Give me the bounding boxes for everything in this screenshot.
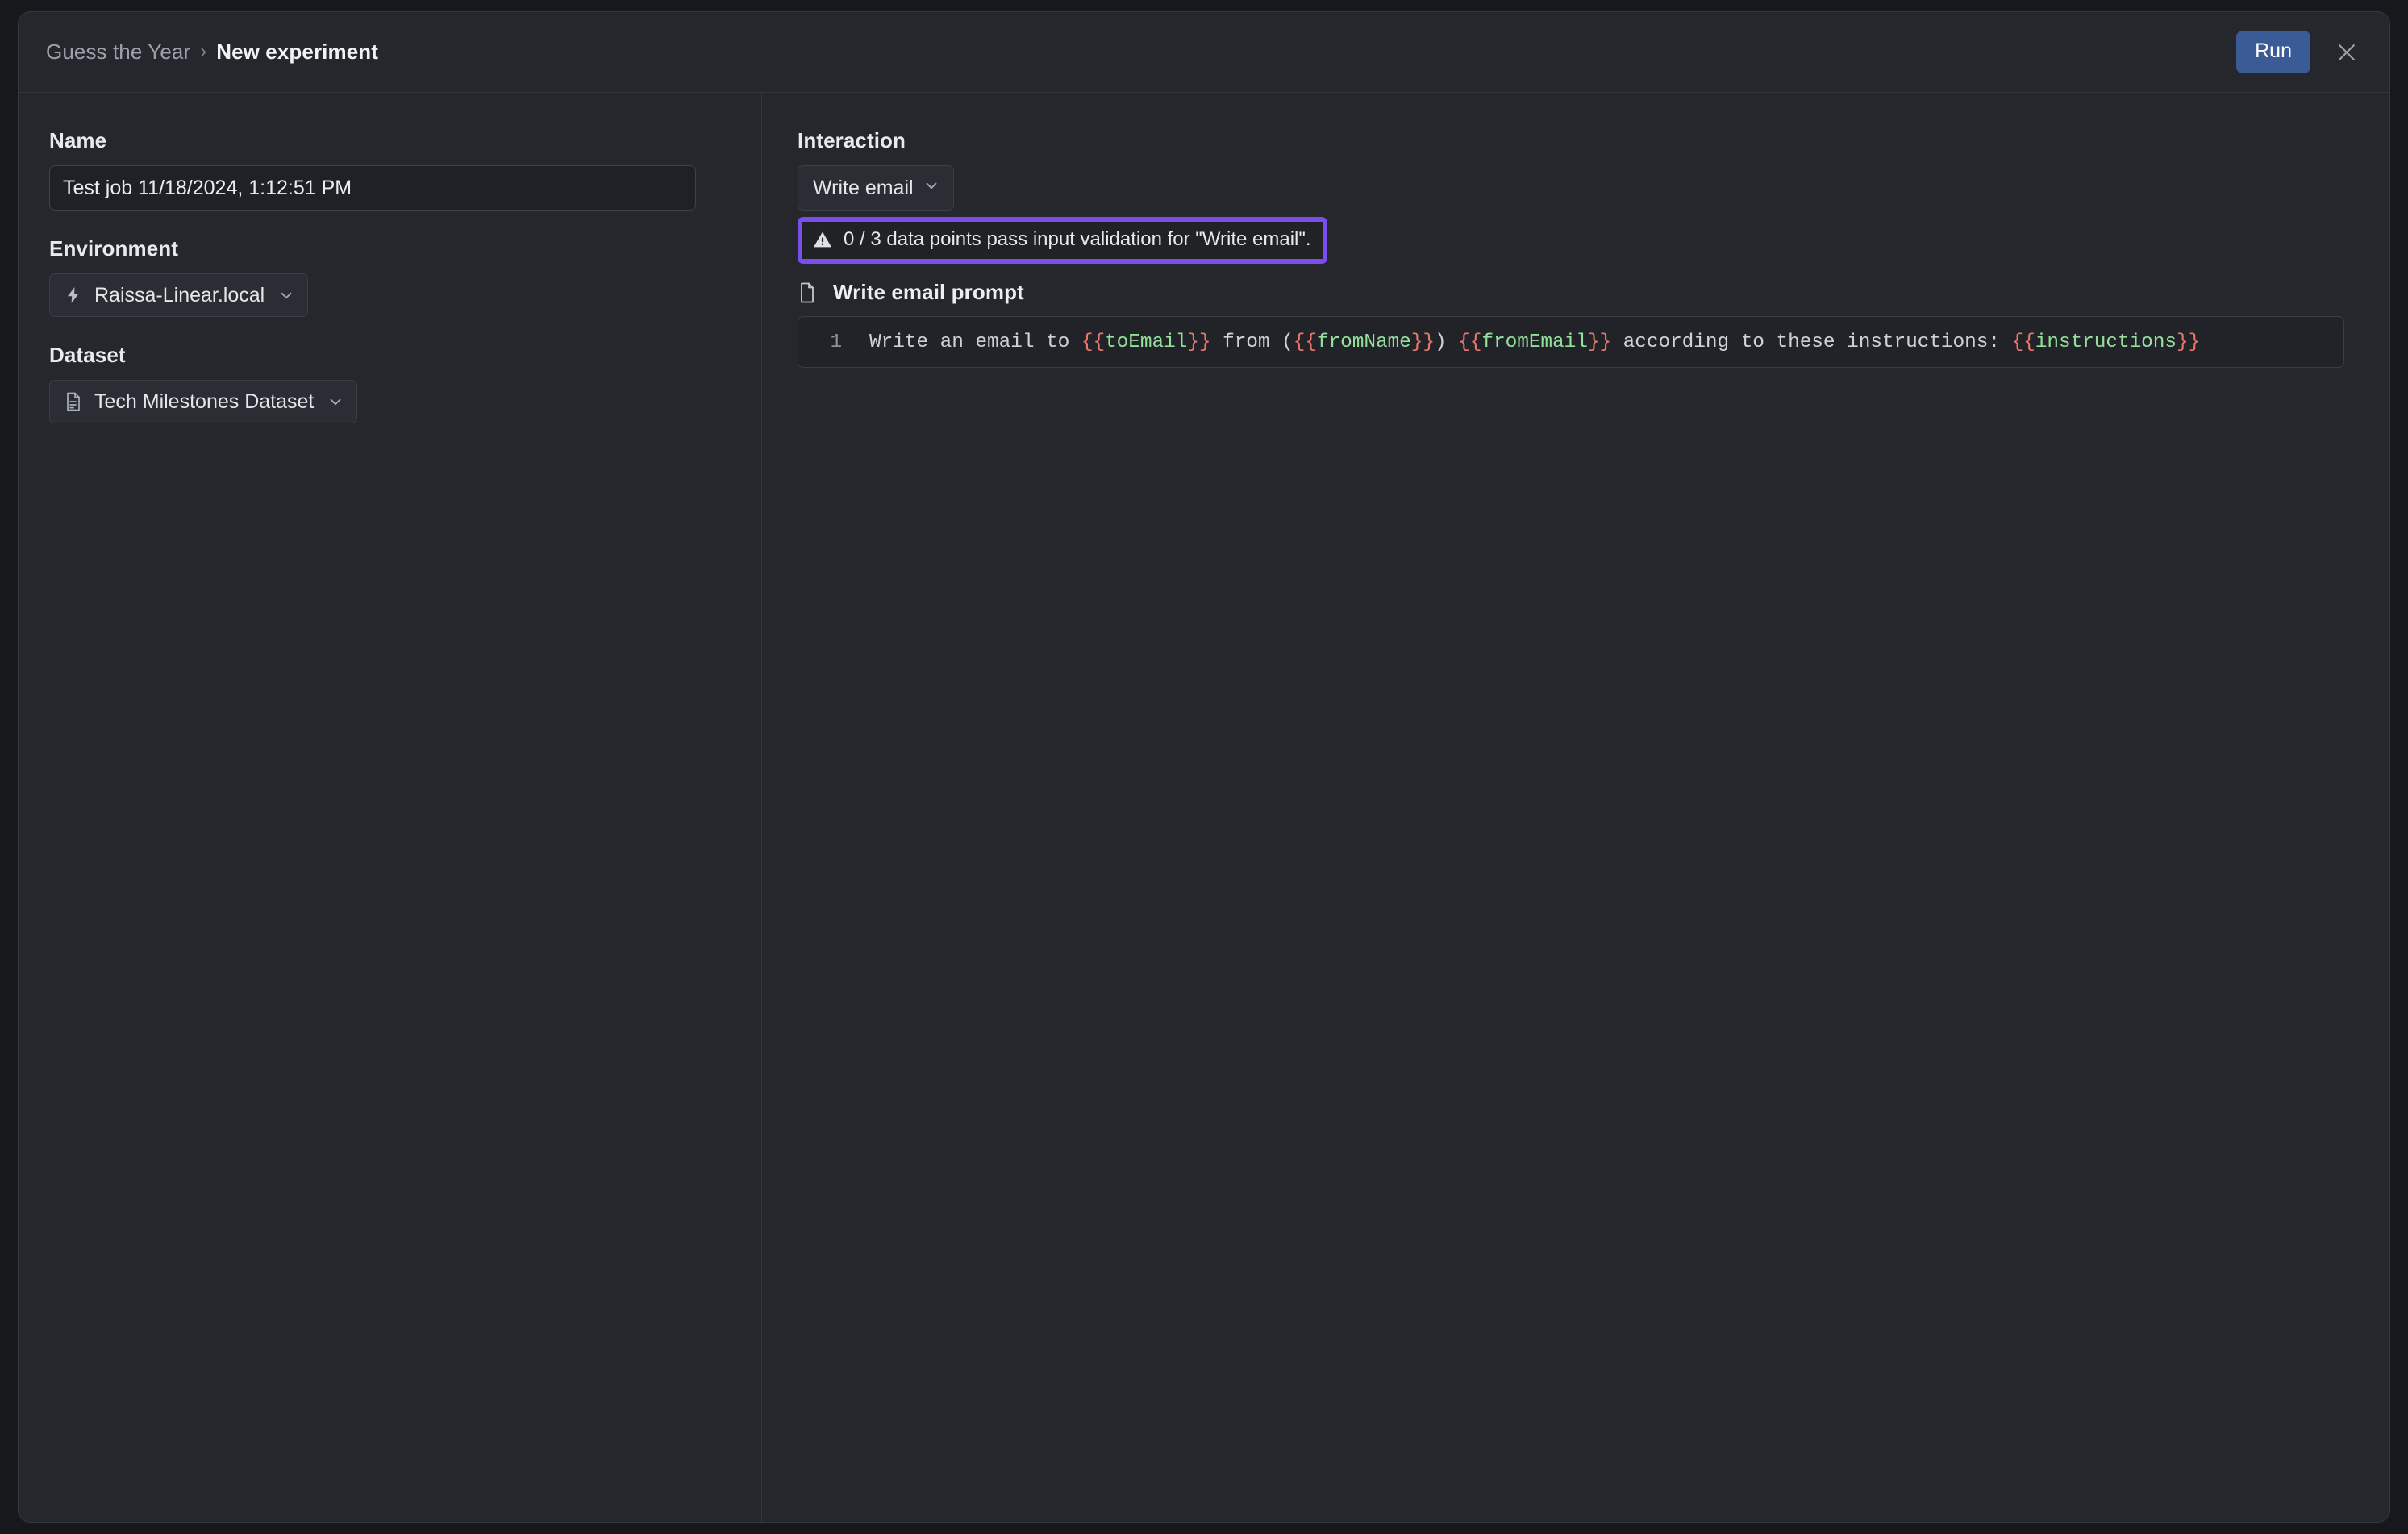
document-lines-icon (63, 391, 84, 412)
code-token-var: toEmail (1105, 331, 1188, 353)
dialog-titlebar: Guess the Year › New experiment Run (19, 12, 2389, 93)
chevron-down-icon (277, 286, 295, 304)
code-token-plain: from ( (1210, 331, 1294, 353)
code-token-var: fromName (1316, 331, 1411, 353)
interaction-pane: Interaction Write email 0 / 3 data point… (762, 93, 2389, 1522)
prompt-code-block[interactable]: 1 Write an email to {{toEmail}} from ({{… (798, 316, 2344, 368)
interaction-label: Interaction (798, 128, 906, 152)
name-field-group: Name (49, 128, 731, 211)
titlebar-actions: Run (2236, 31, 2365, 73)
warning-triangle-icon (812, 229, 833, 250)
chevron-down-icon (327, 393, 344, 411)
code-token-brace: }} (1410, 331, 1435, 353)
close-button[interactable] (2328, 34, 2365, 71)
breadcrumb-parent[interactable]: Guess the Year (46, 40, 190, 65)
name-label: Name (49, 128, 107, 152)
code-token-brace: }} (1587, 331, 1612, 353)
prompt-header: Write email prompt (798, 280, 2344, 305)
breadcrumb-separator-icon: › (200, 40, 207, 62)
interaction-picker[interactable]: Write email (798, 165, 954, 211)
dialog-body: Name Environment Raissa-Linear.local (19, 93, 2389, 1522)
dataset-field-group: Dataset Tech Milestones Dataset (49, 343, 731, 423)
environment-field-group: Environment Raissa-Linear.local (49, 236, 731, 317)
validation-warning-highlight: 0 / 3 data points pass input validation … (798, 217, 1327, 264)
code-token-brace: {{ (1293, 331, 1317, 353)
experiment-dialog: Guess the Year › New experiment Run Name (18, 11, 2390, 1523)
validation-warning-text: 0 / 3 data points pass input validation … (844, 228, 1311, 250)
code-token-var: instructions (2035, 331, 2177, 353)
code-token-brace: }} (1187, 331, 1211, 353)
code-token-brace: {{ (1458, 331, 1482, 353)
code-line-text[interactable]: Write an email to {{toEmail}} from ({{fr… (850, 331, 2343, 353)
code-token-var: fromEmail (1481, 331, 1588, 353)
breadcrumb: Guess the Year › New experiment (46, 40, 378, 65)
file-icon (798, 281, 817, 304)
interaction-value: Write email (813, 176, 914, 199)
code-token-brace: {{ (2011, 331, 2035, 353)
dataset-label: Dataset (49, 343, 126, 367)
settings-pane: Name Environment Raissa-Linear.local (19, 93, 762, 1522)
dataset-picker[interactable]: Tech Milestones Dataset (49, 380, 358, 423)
code-token-brace: {{ (1081, 331, 1106, 353)
prompt-title: Write email prompt (833, 280, 1024, 304)
dataset-value: Tech Milestones Dataset (94, 390, 315, 413)
code-token-plain: according to these instructions: (1611, 331, 2012, 353)
interaction-picker-row: Write email (798, 165, 2344, 212)
close-icon (2335, 40, 2359, 65)
environment-label: Environment (49, 236, 179, 261)
code-token-brace: }} (2177, 331, 2201, 353)
lightning-bolt-icon (63, 286, 84, 305)
page-title: New experiment (216, 40, 379, 64)
environment-value: Raissa-Linear.local (94, 283, 265, 306)
code-line-number: 1 (830, 331, 842, 353)
run-button[interactable]: Run (2236, 31, 2310, 73)
chevron-down-icon (923, 177, 940, 200)
name-input[interactable] (49, 165, 696, 211)
validation-warning-banner: 0 / 3 data points pass input validation … (802, 222, 1323, 259)
code-token-plain: ) (1434, 331, 1459, 353)
code-token-plain: Write an email to (869, 331, 1081, 353)
environment-picker[interactable]: Raissa-Linear.local (49, 273, 309, 317)
